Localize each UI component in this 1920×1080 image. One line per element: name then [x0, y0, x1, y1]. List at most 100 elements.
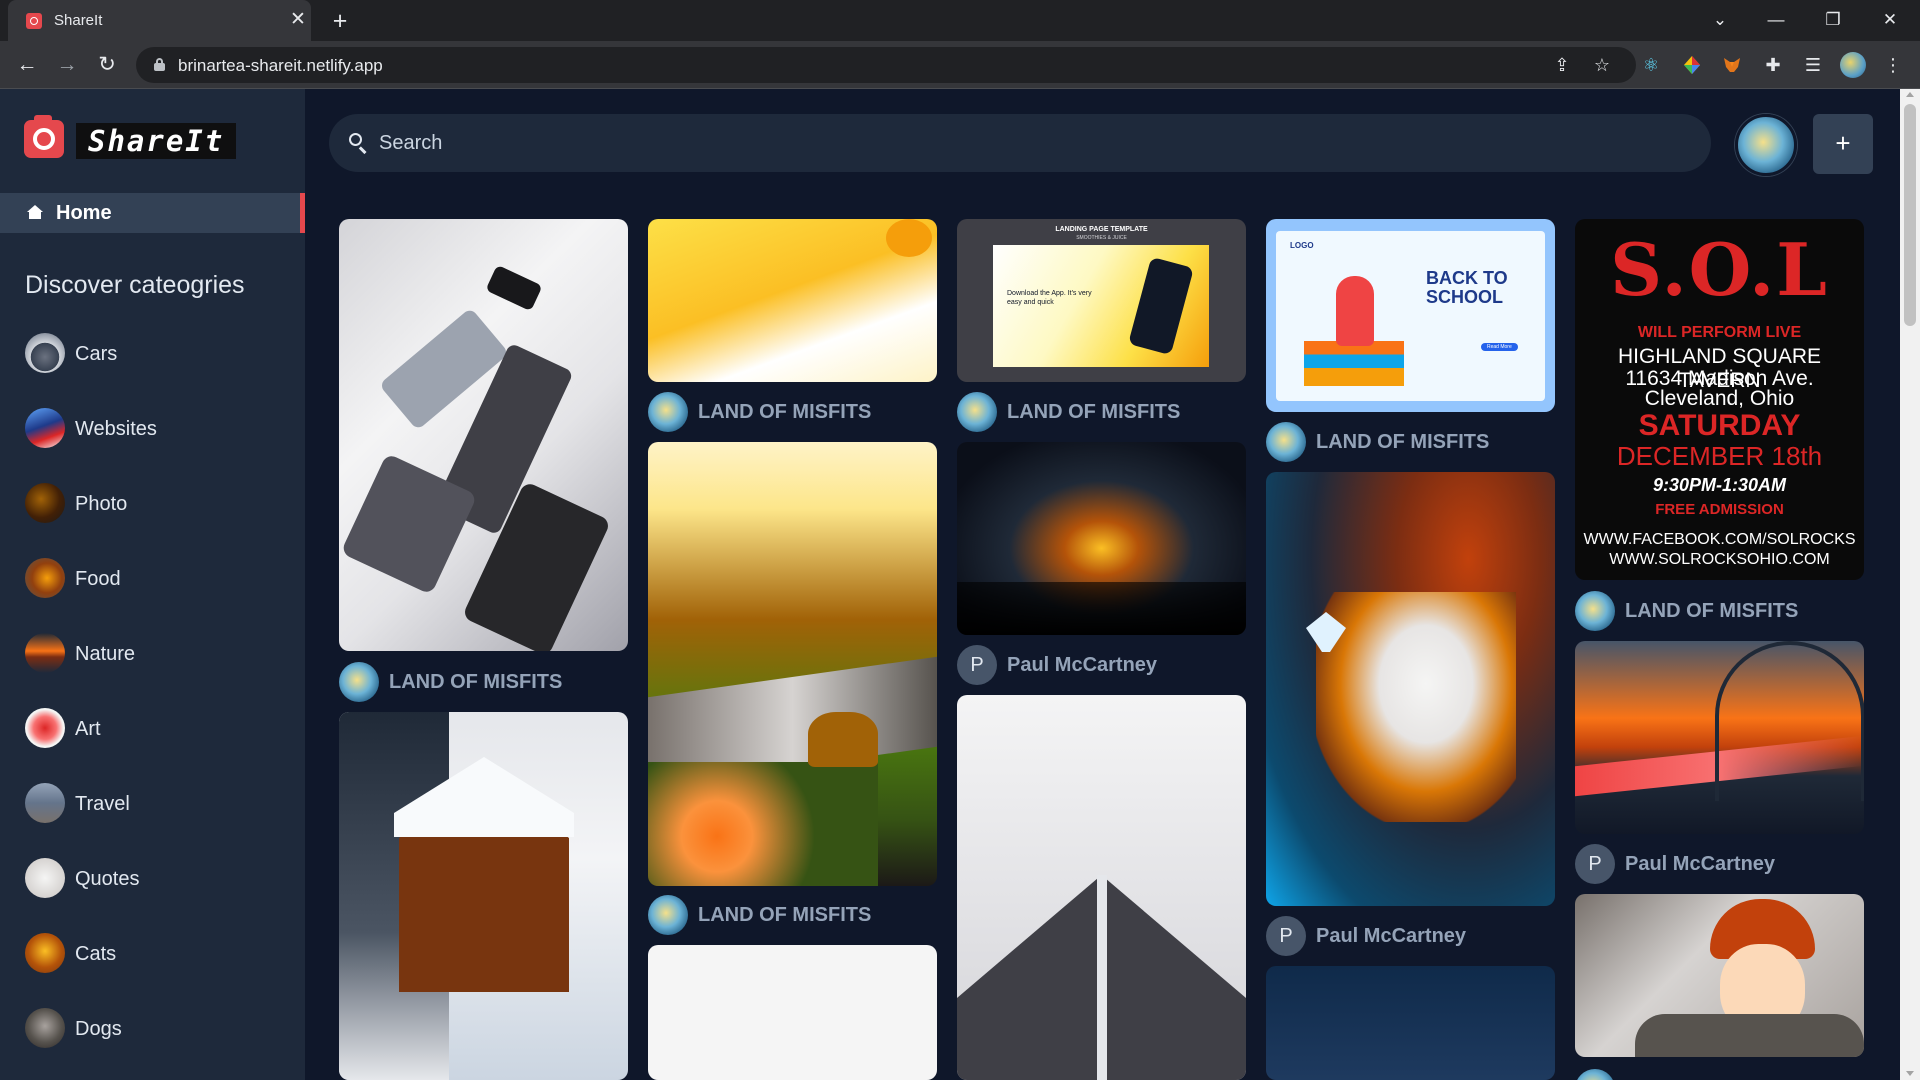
- search-icon: [349, 133, 369, 153]
- browser-menu-icon[interactable]: ⋮: [1880, 52, 1906, 78]
- sidebar-category-websites[interactable]: Websites: [25, 408, 285, 450]
- category-thumbnail: [25, 633, 65, 673]
- category-thumbnail: [25, 1008, 65, 1048]
- pin-cat-butterfly[interactable]: [1266, 472, 1555, 906]
- camera-icon: [26, 13, 42, 29]
- author-avatar: [648, 895, 688, 935]
- pin-landing-template[interactable]: LANDING PAGE TEMPLATE SMOOTHIES & JUICE …: [957, 219, 1246, 382]
- pin-image-shape: [886, 219, 932, 257]
- sidebar-category-photo[interactable]: Photo: [25, 483, 285, 525]
- pin-image-shape: [1097, 875, 1107, 1080]
- pin-author[interactable]: P Paul McCartney: [1575, 844, 1864, 884]
- scroll-down-arrow-icon[interactable]: [1906, 1071, 1914, 1076]
- pin-image-shape: [1715, 641, 1864, 801]
- reload-icon[interactable]: ↻: [90, 48, 124, 82]
- pin-author[interactable]: P Paul McCartney: [1266, 916, 1555, 956]
- template-mockup: Download the App. It's very easy and qui…: [993, 245, 1209, 367]
- close-tab-icon[interactable]: ✕: [288, 10, 308, 30]
- category-thumbnail: [25, 483, 65, 523]
- pin-smiling-woman[interactable]: [1575, 894, 1864, 1057]
- scroll-up-arrow-icon[interactable]: [1906, 92, 1914, 97]
- sidebar-category-cats[interactable]: Cats: [25, 933, 285, 975]
- poster-line: WWW.SOLROCKSOHIO.COM: [1609, 551, 1830, 568]
- pin-author[interactable]: LAND OF MISFITS: [648, 392, 937, 432]
- sidebar-category-art[interactable]: Art: [25, 708, 285, 750]
- illustration-button: Read More: [1481, 343, 1518, 351]
- create-pin-button[interactable]: +: [1813, 114, 1873, 174]
- author-avatar: [957, 392, 997, 432]
- poster-line: Cleveland, Ohio: [1644, 387, 1795, 410]
- illustration-logo: LOGO: [1290, 241, 1314, 250]
- search-bar[interactable]: [329, 114, 1711, 172]
- pin-white-placeholder[interactable]: [648, 945, 937, 1080]
- sidebar-category-nature[interactable]: Nature: [25, 633, 285, 675]
- browser-profile-avatar[interactable]: [1840, 52, 1866, 78]
- pin-skyscraper[interactable]: [957, 695, 1246, 1080]
- student-figure: [1336, 276, 1374, 346]
- template-headline: Download the App. It's very easy and qui…: [1007, 290, 1092, 306]
- poster-line: DECEMBER 18th: [1616, 441, 1823, 471]
- pin-author[interactable]: LAND OF MISFITS: [648, 895, 937, 935]
- app-logo[interactable]: ShareIt: [24, 115, 237, 161]
- category-thumbnail: [25, 933, 65, 973]
- page-scrollbar[interactable]: [1900, 89, 1920, 1080]
- extensions-puzzle-icon[interactable]: ✚: [1760, 52, 1786, 78]
- scrollbar-thumb[interactable]: [1904, 104, 1916, 326]
- browser-tab[interactable]: ShareIt ✕: [8, 0, 311, 41]
- search-input[interactable]: [379, 128, 1679, 158]
- sidebar-category-travel[interactable]: Travel: [25, 783, 285, 825]
- pin-night-tree[interactable]: [1266, 966, 1555, 1080]
- url-text[interactable]: brinartea-shareit.netlify.app: [178, 56, 383, 76]
- discover-heading: Discover cateogries: [25, 271, 245, 299]
- share-icon[interactable]: ⇪: [1549, 52, 1575, 78]
- pin-author[interactable]: LAND OF MISFITS: [1266, 422, 1555, 462]
- category-thumbnail: [25, 408, 65, 448]
- pin-author[interactable]: [1575, 1069, 1864, 1080]
- pin-author[interactable]: LAND OF MISFITS: [339, 662, 628, 702]
- category-label: Websites: [75, 418, 157, 440]
- forward-icon[interactable]: →: [50, 48, 84, 82]
- phone-mockup: [1128, 256, 1194, 356]
- bookmark-star-icon[interactable]: ☆: [1589, 52, 1615, 78]
- sidebar-category-quotes[interactable]: Quotes: [25, 858, 285, 900]
- author-name: LAND OF MISFITS: [1316, 431, 1490, 453]
- minimize-icon[interactable]: —: [1748, 0, 1804, 41]
- pin-back-to-school[interactable]: LOGO BACK TO SCHOOL Read More: [1266, 219, 1555, 412]
- pin-river-sunset[interactable]: [648, 442, 937, 886]
- color-extension-icon[interactable]: [1679, 52, 1705, 78]
- pin-concert[interactable]: [957, 442, 1246, 635]
- category-label: Photo: [75, 493, 128, 515]
- pin-yellow-splash[interactable]: [648, 219, 937, 382]
- tab-search-icon[interactable]: ⌄: [1692, 0, 1748, 41]
- new-tab-button[interactable]: +: [326, 7, 354, 35]
- pin-author[interactable]: LAND OF MISFITS: [1575, 591, 1864, 631]
- pin-sol-poster[interactable]: S.O.L WILL PERFORM LIVE HIGHLAND SQUARE …: [1575, 219, 1864, 580]
- author-avatar: [1266, 422, 1306, 462]
- app-root: ShareIt Home Discover cateogries Cars We…: [0, 89, 1920, 1080]
- media-queue-icon[interactable]: ☰: [1800, 52, 1826, 78]
- sidebar-item-home[interactable]: Home: [0, 193, 305, 233]
- metamask-fox-icon[interactable]: [1719, 52, 1745, 78]
- author-name: LAND OF MISFITS: [698, 401, 872, 423]
- poster-line: FREE ADMISSION: [1655, 501, 1784, 518]
- pin-desk-setup[interactable]: [339, 219, 628, 651]
- react-extension-icon[interactable]: ⚛: [1638, 52, 1664, 78]
- category-label: Cars: [75, 343, 118, 365]
- pin-author[interactable]: LAND OF MISFITS: [957, 392, 1246, 432]
- books-stack: [1304, 341, 1404, 386]
- author-avatar: P: [1575, 844, 1615, 884]
- user-avatar[interactable]: [1735, 114, 1797, 176]
- sidebar-category-dogs[interactable]: Dogs: [25, 1008, 285, 1050]
- pin-bridge-lights[interactable]: [1575, 641, 1864, 834]
- restore-icon[interactable]: ❐: [1805, 0, 1861, 41]
- poster-line: 9:30PM-1:30AM: [1652, 475, 1787, 495]
- sidebar-category-food[interactable]: Food: [25, 558, 285, 600]
- author-name: LAND OF MISFITS: [1625, 600, 1799, 622]
- sidebar-category-cars[interactable]: Cars: [25, 333, 285, 375]
- back-icon[interactable]: ←: [10, 48, 44, 82]
- close-window-icon[interactable]: ✕: [1862, 0, 1918, 41]
- lock-icon[interactable]: [154, 58, 165, 71]
- pin-snowy-cabin[interactable]: [339, 712, 628, 1080]
- address-bar[interactable]: brinartea-shareit.netlify.app: [136, 47, 1636, 83]
- pin-author[interactable]: P Paul McCartney: [957, 645, 1246, 685]
